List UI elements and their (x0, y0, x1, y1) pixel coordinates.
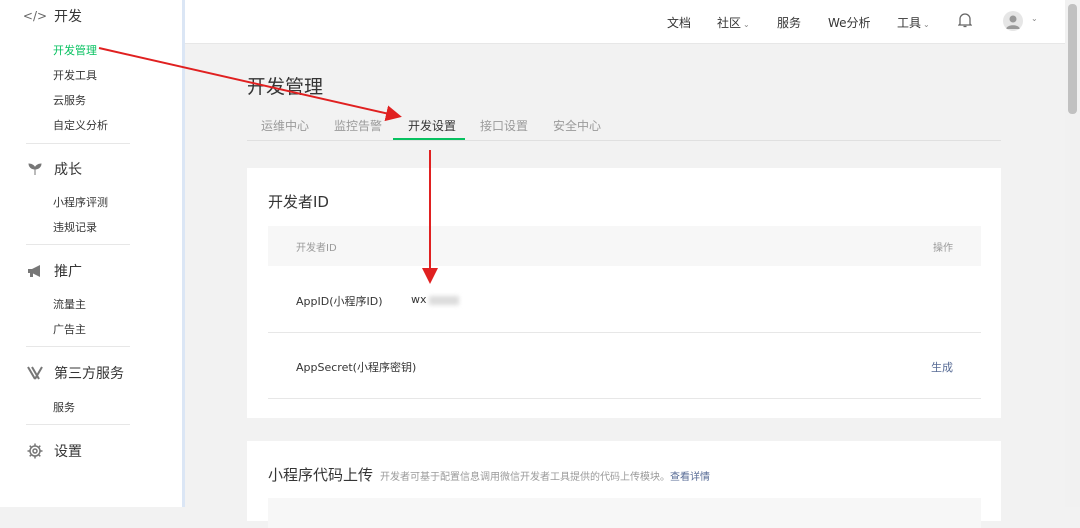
tab-api-settings[interactable]: 接口设置 (480, 117, 528, 134)
gear-icon (26, 442, 44, 460)
developer-id-card: 开发者ID 开发者ID 操作 AppID(小程序ID) wx AppSecret… (247, 168, 1001, 418)
scrollbar-thumb[interactable] (1068, 4, 1077, 114)
table-row-appid: AppID(小程序ID) wx (268, 267, 981, 333)
table-row-appsecret: AppSecret(小程序密钥) 生成 (268, 333, 981, 399)
page-scrollbar[interactable] (1065, 0, 1080, 507)
sidebar-border (182, 0, 185, 507)
sidebar-section-title: 推广 (54, 264, 82, 280)
third-party-icon (26, 364, 44, 382)
sidebar-item-dev-tools[interactable]: 开发工具 (53, 67, 97, 83)
nav-docs[interactable]: 文档 (667, 14, 691, 31)
bell-icon[interactable] (957, 12, 973, 32)
appid-value-text: wx (411, 293, 427, 306)
sidebar-item-service[interactable]: 服务 (53, 399, 75, 415)
sidebar-item-evaluation[interactable]: 小程序评测 (53, 194, 108, 210)
chevron-down-icon: ⌄ (743, 20, 750, 29)
sidebar: </> 开发 开发管理 开发工具 云服务 自定义分析 成长 小程序评测 违规记录… (0, 0, 182, 507)
appid-label: AppID(小程序ID) (296, 295, 383, 308)
sidebar-item-dev-management[interactable]: 开发管理 (53, 42, 97, 58)
sidebar-section-growth[interactable]: 成长 (26, 159, 82, 179)
sidebar-divider (26, 143, 130, 144)
chevron-down-icon: ⌄ (923, 20, 930, 29)
sidebar-item-violations[interactable]: 违规记录 (53, 219, 97, 235)
appsecret-label: AppSecret(小程序密钥) (296, 361, 417, 374)
nav-community-label: 社区 (717, 16, 742, 30)
page-title: 开发管理 (247, 76, 324, 98)
sidebar-section-title: 开发 (54, 9, 82, 25)
chevron-down-icon[interactable]: ⌄ (1031, 14, 1038, 23)
sidebar-item-cloud-service[interactable]: 云服务 (53, 92, 86, 108)
sidebar-item-custom-analysis[interactable]: 自定义分析 (53, 117, 108, 133)
view-details-link[interactable]: 查看详情 (670, 472, 710, 483)
card-title: 开发者ID (268, 193, 329, 211)
sidebar-divider (26, 346, 130, 347)
nav-we-analytics[interactable]: We分析 (828, 14, 871, 31)
nav-tools[interactable]: 工具 ⌄ (897, 14, 930, 31)
sidebar-item-traffic-owner[interactable]: 流量主 (53, 296, 86, 312)
column-header-action: 操作 (933, 243, 953, 254)
card-title: 小程序代码上传 (268, 466, 374, 484)
code-icon: </> (22, 9, 48, 23)
table-header (268, 498, 981, 528)
redacted-blur (428, 295, 459, 305)
sidebar-divider (26, 424, 130, 425)
tab-monitoring-alerts[interactable]: 监控告警 (334, 117, 382, 134)
sidebar-section-promotion[interactable]: 推广 (26, 261, 82, 281)
generate-secret-link[interactable]: 生成 (931, 359, 953, 375)
active-tab-indicator (393, 138, 465, 140)
sidebar-section-dev[interactable]: </> 开发 (22, 6, 82, 26)
sidebar-section-settings[interactable]: 设置 (26, 441, 82, 461)
sidebar-section-title: 设置 (54, 444, 82, 460)
tab-bar: 运维中心 监控告警 开发设置 接口设置 安全中心 (247, 110, 1001, 141)
nav-tools-label: 工具 (897, 16, 922, 30)
sidebar-divider (26, 244, 130, 245)
nav-services[interactable]: 服务 (777, 14, 801, 31)
megaphone-icon (26, 262, 44, 280)
sidebar-section-title: 成长 (54, 162, 82, 178)
column-header-developer-id: 开发者ID (296, 243, 337, 254)
user-avatar-icon[interactable] (1003, 11, 1023, 31)
tab-ops-center[interactable]: 运维中心 (261, 117, 309, 134)
upload-description-text: 开发者可基于配置信息调用微信开发者工具提供的代码上传模块。 (380, 472, 670, 483)
code-upload-card: 小程序代码上传 开发者可基于配置信息调用微信开发者工具提供的代码上传模块。查看详… (247, 441, 1001, 528)
tab-security-center[interactable]: 安全中心 (553, 117, 601, 134)
sidebar-section-third-party[interactable]: 第三方服务 (26, 363, 124, 383)
tab-dev-settings[interactable]: 开发设置 (408, 117, 456, 134)
table-header: 开发者ID 操作 (268, 226, 981, 266)
upload-description: 开发者可基于配置信息调用微信开发者工具提供的代码上传模块。查看详情 (380, 468, 710, 483)
sprout-icon (26, 160, 44, 178)
sidebar-item-advertiser[interactable]: 广告主 (53, 321, 86, 337)
sidebar-section-title: 第三方服务 (54, 366, 124, 382)
appid-value: wx (411, 293, 459, 306)
nav-community[interactable]: 社区 ⌄ (717, 14, 750, 31)
top-nav-bar: 文档 社区 ⌄ 服务 We分析 工具 ⌄ ⌄ (185, 0, 1065, 44)
